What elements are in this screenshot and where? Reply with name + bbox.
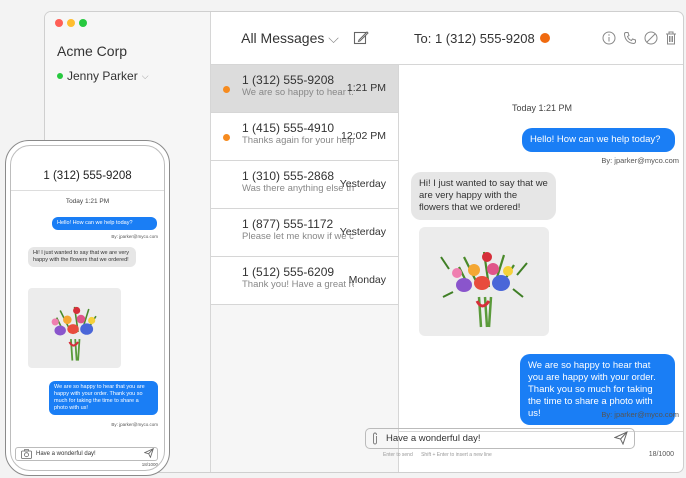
conversation-list: 1 (312) 555-9208 We are so happy to hear… — [211, 65, 399, 472]
conversation-time: Monday — [348, 274, 386, 286]
window-controls — [55, 19, 87, 27]
phone-divider — [11, 190, 164, 191]
unread-indicator — [223, 134, 230, 141]
trash-icon[interactable] — [665, 31, 677, 45]
unread-indicator — [223, 86, 230, 93]
phone-flower-image[interactable] — [28, 288, 121, 368]
message-input[interactable]: Have a wonderful day! — [365, 428, 635, 449]
conversation-item[interactable]: 1 (312) 555-9208 We are so happy to hear… — [211, 65, 398, 113]
incoming-message: Hi! I just wanted to say that we are ver… — [411, 172, 556, 220]
conversation-time: Yesterday — [339, 226, 386, 238]
phone-outgoing-message: Hello! How can we help today? — [52, 217, 157, 230]
info-icon[interactable] — [602, 31, 616, 45]
user-name: Jenny Parker — [67, 69, 138, 83]
phone-incoming-message: Hi! I just wanted to say that we are ver… — [28, 247, 136, 267]
conversation-time: Yesterday — [339, 178, 386, 190]
send-icon[interactable] — [614, 431, 628, 445]
conversation-item[interactable]: 1 (415) 555-4910 Thanks again for your h… — [211, 113, 398, 161]
conversation-number: 1 (512) 555-6209 — [242, 265, 335, 279]
phone-send-icon[interactable] — [144, 448, 154, 458]
composer-hints: Enter to send Shift + Enter to insert a … — [383, 452, 492, 458]
conversation-preview: Thanks again for your help... — [242, 135, 354, 146]
message-list-header: All Messages ⌵ — [211, 12, 399, 65]
message-input-text: Have a wonderful day! — [386, 433, 481, 444]
conversation-item[interactable]: 1 (310) 555-2868 Was there anything else… — [211, 161, 398, 209]
conversation-item[interactable]: 1 (877) 555-1172 Please let me know if w… — [211, 209, 398, 257]
outgoing-message: Hello! How can we help today? — [522, 128, 675, 152]
maximize-dot[interactable] — [79, 19, 87, 27]
recipient: To: 1 (312) 555-9208 — [414, 30, 535, 46]
minimize-dot[interactable] — [67, 19, 75, 27]
flower-bouquet-image[interactable] — [419, 227, 549, 336]
org-name: Acme Corp — [57, 43, 128, 59]
phone-day-label: Today 1:21 PM — [65, 198, 110, 205]
conversation-preview: Was there anything else th... — [242, 183, 354, 194]
header-actions — [602, 31, 677, 45]
phone-signature: By: jparker@myco.com — [111, 234, 158, 239]
conversation-number: 1 (415) 555-4910 — [242, 121, 335, 135]
conversation-preview: We are so happy to hear t... — [242, 87, 354, 98]
phone-outgoing-message: We are so happy to hear that you are hap… — [49, 381, 158, 415]
block-icon[interactable] — [644, 31, 658, 45]
day-label: Today 1:21 PM — [511, 103, 573, 113]
chat-header: To: 1 (312) 555-9208 — [399, 12, 683, 65]
char-count: 18/1000 — [648, 451, 674, 458]
conversation-number: 1 (877) 555-1172 — [242, 217, 334, 231]
camera-icon[interactable] — [21, 449, 32, 459]
status-dot — [539, 33, 550, 43]
user-selector[interactable]: Jenny Parker ⌵ — [57, 69, 149, 83]
phone-input-text: Have a wonderful day! — [36, 451, 96, 457]
chat-pane: Today 1:21 PM Hello! How can we help tod… — [399, 65, 683, 431]
phone-mockup: 1 (312) 555-9208 Today 1:21 PM Hello! Ho… — [5, 140, 170, 476]
chevron-down-icon: ⌵ — [141, 70, 149, 81]
conversation-item[interactable]: 1 (512) 555-6209 Thank you! Have a great… — [211, 257, 398, 305]
filter-dropdown[interactable]: All Messages ⌵ — [241, 30, 339, 47]
message-signature: By: jparker@myco.com — [601, 410, 679, 419]
conversation-number: 1 (310) 555-2868 — [242, 169, 335, 183]
hint-send: Enter to send — [383, 452, 413, 458]
conversation-time: 1:21 PM — [346, 82, 386, 94]
online-status-icon — [57, 73, 63, 79]
phone-screen: 1 (312) 555-9208 Today 1:21 PM Hello! Ho… — [10, 145, 165, 471]
message-signature: By: jparker@myco.com — [601, 156, 679, 165]
hint-newline: Shift + Enter to insert a new line — [421, 452, 492, 458]
conversation-preview: Please let me know if we c... — [242, 231, 354, 242]
conversation-time: 12:02 PM — [341, 130, 386, 142]
conversation-number: 1 (312) 555-9208 — [242, 73, 335, 87]
attachment-icon[interactable] — [371, 432, 379, 445]
close-dot[interactable] — [55, 19, 63, 27]
phone-title: 1 (312) 555-9208 — [43, 170, 132, 182]
chevron-down-icon: ⌵ — [328, 29, 339, 46]
filter-label: All Messages — [241, 29, 325, 46]
phone-icon[interactable] — [623, 31, 637, 45]
compose-icon[interactable] — [353, 30, 369, 46]
phone-signature: By: jparker@myco.com — [111, 422, 158, 427]
phone-message-input[interactable]: Have a wonderful day! — [15, 447, 158, 461]
phone-char-count: 18/1000 — [141, 462, 158, 467]
conversation-preview: Thank you! Have a great re... — [242, 279, 354, 290]
